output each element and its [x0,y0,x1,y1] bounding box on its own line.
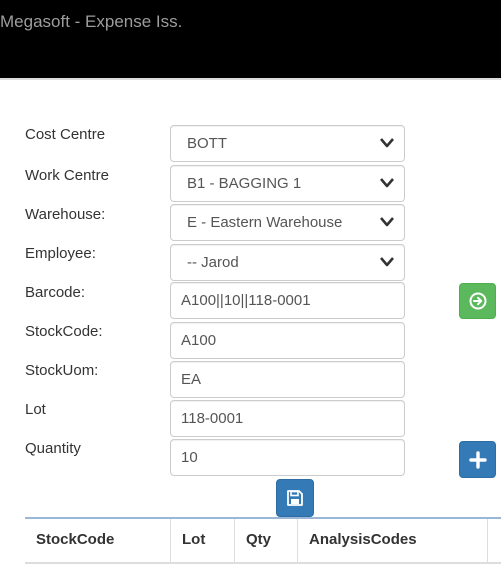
column-header-analysis-codes[interactable]: AnalysisCodes [297,519,487,562]
employee-select[interactable]: -- Jarod [170,244,405,281]
column-header-lot[interactable]: Lot [170,519,234,562]
lot-value: 118-0001 [181,410,244,427]
top-navbar: Megasoft - Expense Iss. [0,0,501,78]
cost-centre-select[interactable]: BOTT [170,125,405,162]
barcode-submit-button[interactable] [459,283,496,319]
quantity-label: Quantity [25,440,81,457]
floppy-disk-icon [287,490,303,506]
quantity-input[interactable]: 10 [170,439,405,476]
employee-value: -- Jarod [187,254,239,271]
lot-label: Lot [25,401,46,418]
employee-label: Employee: [25,245,96,262]
navbar-divider [0,78,501,80]
chevron-down-icon [380,257,394,267]
column-header-extra [487,519,501,562]
cost-centre-label: Cost Centre [25,126,106,143]
add-line-button[interactable] [459,441,496,478]
cost-centre-value: BOTT [187,135,227,152]
items-table: StockCode Lot Qty AnalysisCodes [25,517,501,564]
quantity-value: 10 [181,449,198,466]
work-centre-label: Work Centre [25,167,109,184]
plus-icon [468,450,487,469]
barcode-input[interactable]: A100||10||118-0001 [170,282,405,319]
stock-uom-label: StockUom: [25,362,99,379]
lot-input[interactable]: 118-0001 [170,400,405,437]
work-centre-select[interactable]: B1 - BAGGING 1 [170,165,405,202]
save-button[interactable] [276,479,314,517]
stock-code-label: StockCode: [25,323,103,340]
barcode-label: Barcode: [25,284,86,301]
work-centre-value: B1 - BAGGING 1 [187,175,302,192]
warehouse-value: E - Eastern Warehouse [187,214,343,231]
chevron-down-icon [380,178,394,188]
stock-code-value: A100 [181,332,217,349]
warehouse-label: Warehouse: [25,206,106,223]
chevron-down-icon [380,138,394,148]
arrow-circle-right-icon [469,292,486,310]
warehouse-select[interactable]: E - Eastern Warehouse [170,204,405,241]
stock-uom-input[interactable]: EA [170,361,405,398]
stock-code-input[interactable]: A100 [170,322,405,359]
app-title[interactable]: Megasoft - Expense Iss. [0,12,182,32]
barcode-value: A100||10||118-0001 [181,292,311,309]
stock-uom-value: EA [181,371,202,388]
column-header-stockcode[interactable]: StockCode [25,519,170,562]
column-header-qty[interactable]: Qty [234,519,297,562]
chevron-down-icon [380,217,394,227]
